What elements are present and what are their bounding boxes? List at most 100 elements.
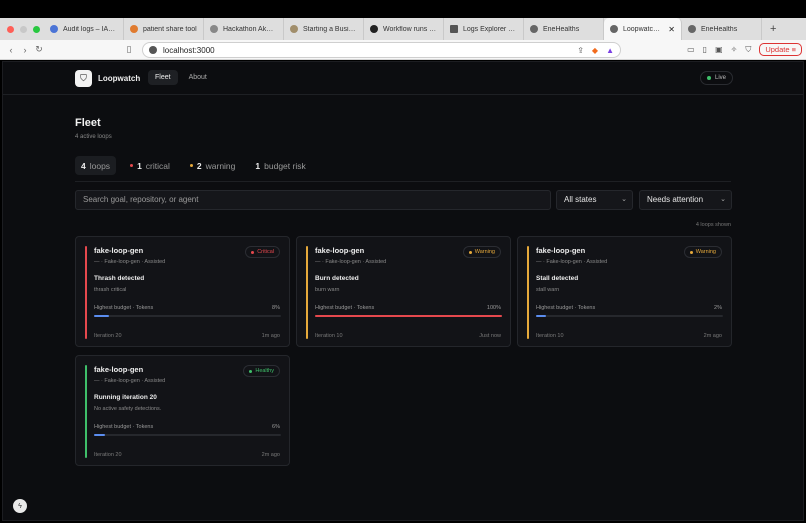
tab-label: Starting a Busines — [303, 25, 357, 33]
status-badge: Critical — [245, 246, 280, 258]
share-icon[interactable]: ⇪ — [577, 46, 584, 55]
loop-meta: — · Fake-loop-gen · Assisted — [94, 259, 166, 265]
nav-fleet[interactable]: Fleet — [148, 70, 178, 85]
tab-label: Loopwatch M — [623, 25, 664, 33]
site-info-icon[interactable] — [149, 46, 157, 54]
browser-toolbar: ‹ › ↻ ▯ localhost:3000 ⇪ ◆ ▲ ▭ ▯ ▣ ✧ ⛉ U… — [0, 40, 806, 60]
summary-critical[interactable]: 1 critical — [124, 156, 176, 175]
tab-favicon-icon — [130, 25, 138, 33]
status-dot-icon — [468, 250, 472, 254]
tab-label: EneHealths — [701, 25, 738, 33]
forward-icon[interactable]: › — [18, 45, 32, 55]
warning-count: 2 — [196, 160, 202, 171]
live-label: Live — [714, 75, 726, 81]
browser-tab-active[interactable]: Loopwatch M ✕ — [604, 18, 682, 40]
loop-card[interactable]: fake-loop-gen — · Fake-loop-gen · Assist… — [75, 355, 290, 466]
loop-name: fake-loop-gen — [94, 365, 144, 374]
brand-name[interactable]: Loopwatch — [98, 74, 140, 83]
ai-icon[interactable]: ✧ — [731, 45, 738, 54]
warning-dot-icon — [189, 164, 193, 167]
budget-progress — [94, 315, 281, 317]
budget-risk-label: budget risk — [264, 160, 306, 171]
loop-card[interactable]: fake-loop-gen — · Fake-loop-gen · Assist… — [75, 236, 290, 347]
zoom-window-button[interactable] — [33, 25, 40, 33]
budget-percent: 8% — [272, 305, 280, 311]
minimize-window-button[interactable] — [20, 25, 27, 33]
reader-icon[interactable]: ▭ — [687, 45, 695, 54]
summary-budget-risk[interactable]: 1 budget risk — [249, 156, 311, 175]
loop-name: fake-loop-gen — [94, 246, 144, 255]
update-button[interactable]: Update ≡ — [759, 43, 802, 56]
browser-tab[interactable]: Audit logs – IAM & — [44, 18, 124, 40]
browser-tab[interactable]: Workflow runs · N — [364, 18, 444, 40]
budget-progress — [94, 434, 281, 436]
detection-detail: No active safety detections. — [94, 406, 162, 412]
detection-title: Running iteration 20 — [94, 394, 157, 401]
loop-meta: — · Fake-loop-gen · Assisted — [315, 259, 387, 265]
url-text: localhost:3000 — [163, 45, 215, 55]
app-window: ⛉ Loopwatch Fleet About Live Fleet 4 act… — [2, 61, 804, 521]
sort-value: Needs attention — [647, 195, 704, 204]
updated-time: 2m ago — [261, 452, 280, 458]
detection-title: Burn detected — [315, 275, 359, 282]
status-badge: Warning — [683, 246, 722, 258]
status-badge-label: Warning — [474, 249, 495, 255]
browser-tab[interactable]: EneHealths — [682, 18, 762, 40]
budget-label: Highest budget · Tokens — [94, 424, 154, 430]
browser-tab[interactable]: EneHealths — [524, 18, 604, 40]
loops-shown-count: 4 loops shown — [695, 222, 731, 228]
tab-label: Audit logs – IAM & — [63, 25, 117, 33]
status-badge: Warning — [462, 246, 501, 258]
budget-progress-fill — [94, 434, 105, 436]
state-filter-select[interactable]: All states ⌄ — [556, 190, 633, 210]
budget-risk-count: 1 — [255, 160, 261, 171]
brave-shield-icon[interactable]: ◆ — [592, 46, 598, 55]
shield-logo-icon[interactable]: ⛉ — [75, 70, 92, 87]
bookmark-icon[interactable]: ▯ — [122, 44, 136, 55]
nav-about[interactable]: About — [182, 70, 214, 85]
tab-favicon-icon — [50, 25, 58, 33]
updated-time: 1m ago — [261, 333, 280, 339]
reload-icon[interactable]: ↻ — [32, 44, 46, 55]
budget-percent: 100% — [486, 305, 501, 311]
close-window-button[interactable] — [7, 25, 14, 33]
budget-percent: 6% — [272, 424, 280, 430]
github-icon — [370, 25, 378, 33]
loop-card[interactable]: fake-loop-gen — · Fake-loop-gen · Assist… — [517, 236, 732, 347]
live-dot-icon — [706, 76, 711, 80]
browser-tab[interactable]: Starting a Busines — [284, 18, 364, 40]
budget-label: Highest budget · Tokens — [315, 305, 375, 311]
address-bar[interactable]: localhost:3000 ⇪ ◆ ▲ — [142, 42, 621, 58]
browser-tab[interactable]: patient share tool — [124, 18, 204, 40]
tab-label: Logs Explorer – L — [463, 25, 517, 33]
lightning-icon[interactable]: ϟ — [13, 499, 27, 513]
loop-card[interactable]: fake-loop-gen — · Fake-loop-gen · Assist… — [296, 236, 511, 347]
back-icon[interactable]: ‹ — [4, 45, 18, 55]
sort-select[interactable]: Needs attention ⌄ — [639, 190, 732, 210]
budget-progress-fill — [94, 315, 109, 317]
vpn-icon[interactable]: ⛉ — [745, 45, 751, 55]
loop-meta: — · Fake-loop-gen · Assisted — [536, 259, 608, 265]
summary-warning[interactable]: 2 warning — [184, 156, 242, 175]
screen: Audit logs – IAM & patient share tool Ha… — [0, 0, 806, 523]
wallet-icon[interactable]: ▣ — [715, 45, 723, 54]
new-tab-button[interactable]: + — [770, 23, 776, 35]
budget-percent: 2% — [714, 305, 722, 311]
tab-favicon-icon — [290, 25, 298, 33]
close-tab-icon[interactable]: ✕ — [668, 25, 675, 34]
address-bar-actions: ⇪ ◆ ▲ — [577, 46, 614, 55]
tab-favicon-icon — [210, 25, 218, 33]
chevron-down-icon: ⌄ — [621, 196, 627, 203]
loops-count: 4 — [81, 160, 86, 171]
search-input[interactable]: Search goal, repository, or agent — [75, 190, 551, 210]
browser-tab[interactable]: Hackathon Akash — [204, 18, 284, 40]
browser-tab[interactable]: Logs Explorer – L — [444, 18, 524, 40]
budget-progress — [315, 315, 502, 317]
browser-tab-bar: Audit logs – IAM & patient share tool Ha… — [0, 18, 806, 40]
sidebar-icon[interactable]: ▯ — [703, 45, 707, 54]
budget-label: Highest budget · Tokens — [94, 305, 154, 311]
summary-loops[interactable]: 4 loops — [75, 156, 117, 175]
rewards-icon[interactable]: ▲ — [606, 46, 614, 55]
chevron-down-icon: ⌄ — [720, 196, 726, 203]
detection-title: Thrash detected — [94, 275, 145, 282]
